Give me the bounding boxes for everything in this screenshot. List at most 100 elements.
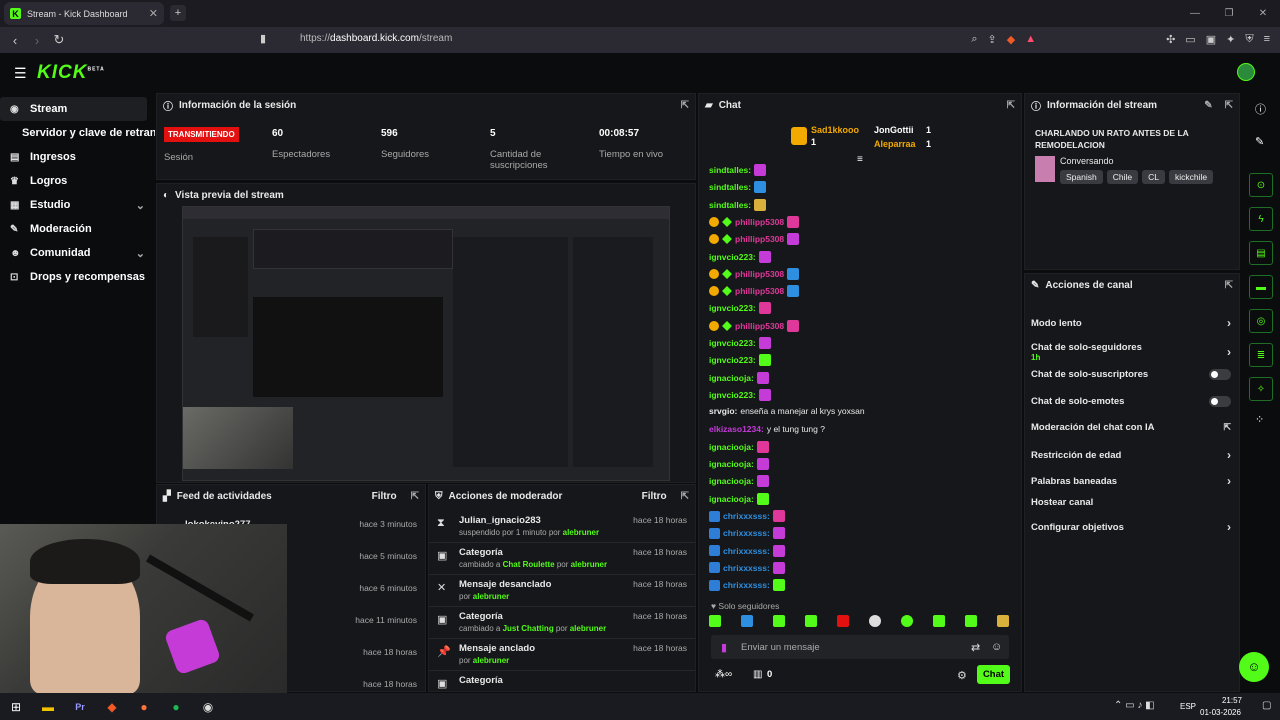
reload-icon[interactable]: ↻ bbox=[48, 32, 70, 48]
browser-tab[interactable]: K Stream - Kick Dashboard ✕ bbox=[4, 2, 164, 25]
help-chat-button[interactable]: ☺ bbox=[1239, 652, 1269, 682]
chat-message[interactable]: ignvcio223: bbox=[709, 388, 771, 401]
obs-icon[interactable]: ◉ bbox=[192, 700, 224, 714]
language-indicator[interactable]: ESP bbox=[1180, 702, 1196, 711]
windows-start-icon[interactable]: ⊞ bbox=[0, 700, 32, 714]
emoji-icon[interactable]: ☺ bbox=[991, 641, 1002, 653]
toggle-switch[interactable] bbox=[1209, 396, 1231, 407]
chat-message[interactable]: ignaciooja: bbox=[709, 371, 769, 384]
chat-message[interactable]: phillipp5308 bbox=[709, 233, 800, 246]
tag[interactable]: kickchile bbox=[1168, 170, 1214, 184]
info-icon[interactable]: ⓘ bbox=[1255, 101, 1266, 117]
chat-input[interactable]: ▮ Enviar un mensaje ⇄ ☺ bbox=[711, 635, 1009, 659]
more-icon[interactable]: ⁘ bbox=[1255, 413, 1264, 426]
chat-message[interactable]: sindtalles: bbox=[709, 181, 767, 194]
edit-icon[interactable]: ✎ bbox=[1204, 100, 1212, 111]
minimize-icon[interactable]: — bbox=[1178, 0, 1212, 27]
lightning-icon[interactable]: ϟ bbox=[1249, 207, 1273, 231]
brave-icon[interactable]: ◆ bbox=[96, 700, 128, 714]
chat-message[interactable]: phillipp5308 bbox=[709, 215, 800, 228]
close-window-icon[interactable]: ✕ bbox=[1246, 0, 1280, 27]
chat-message[interactable]: ignvcio223: bbox=[709, 354, 771, 367]
emote-icon[interactable] bbox=[965, 615, 977, 627]
sidebar-item-stream[interactable]: ◉ Stream bbox=[0, 97, 147, 121]
wallet-icon[interactable]: ▣ bbox=[1206, 33, 1216, 46]
emote-icon[interactable] bbox=[773, 615, 785, 627]
sidebar-item-drops[interactable]: ⊡ Drops y recompensas bbox=[0, 265, 155, 289]
zoom-icon[interactable]: ⌕ bbox=[971, 33, 977, 46]
channel-action-row[interactable]: Chat de solo-suscriptores bbox=[1031, 369, 1231, 380]
chat-bubble-icon[interactable]: ▬ bbox=[1249, 275, 1273, 299]
popout-icon[interactable]: ⇱ bbox=[681, 100, 689, 111]
firefox-icon[interactable]: ● bbox=[128, 700, 160, 714]
emote-icon[interactable] bbox=[837, 615, 849, 627]
chat-message[interactable]: elkizaso1234: y el tung tung ? bbox=[709, 424, 825, 434]
popout-icon[interactable]: ⇱ bbox=[1225, 280, 1233, 291]
channel-action-row[interactable]: Palabras baneadas › bbox=[1031, 474, 1231, 488]
gift-icon[interactable]: ▥ bbox=[753, 669, 762, 680]
chat-message[interactable]: phillipp5308 bbox=[709, 285, 800, 298]
feed-filter-button[interactable]: Filtro bbox=[372, 491, 397, 502]
channel-action-row[interactable]: Restricción de edad › bbox=[1031, 448, 1231, 462]
tray-icons[interactable]: ⌃ ▭ ♪ ◧ bbox=[1114, 700, 1155, 711]
share-icon[interactable]: ⇪ bbox=[988, 33, 997, 46]
chat-message[interactable]: ignvcio223: bbox=[709, 302, 771, 315]
edit-icon[interactable]: ✎ bbox=[1255, 135, 1264, 148]
camera-icon[interactable]: ⊙ bbox=[1249, 173, 1273, 197]
channel-action-row[interactable]: Chat de solo-emotes bbox=[1031, 396, 1231, 407]
clock-date[interactable]: 01-03-2026 bbox=[1200, 708, 1241, 717]
chat-message[interactable]: chrixxxsss: bbox=[709, 561, 785, 574]
chat-message[interactable]: ignaciooja: bbox=[709, 458, 769, 471]
chat-message[interactable]: ignvcio223: bbox=[709, 250, 771, 263]
clock-time[interactable]: 21:57 bbox=[1212, 696, 1242, 705]
extensions-icon[interactable]: ✣ bbox=[1166, 33, 1175, 46]
kick-logo[interactable]: KICKBETA bbox=[37, 62, 105, 84]
stream-preview-video[interactable] bbox=[182, 206, 670, 481]
chat-message[interactable]: chrixxxsss: bbox=[709, 544, 785, 557]
sidebar-toggle-icon[interactable]: ▭ bbox=[1185, 33, 1195, 46]
popout-icon[interactable]: ⇱ bbox=[1225, 100, 1233, 111]
chat-message[interactable]: chrixxxsss: bbox=[709, 579, 785, 592]
chat-message[interactable]: ignaciooja: bbox=[709, 440, 769, 453]
sidebar-item-community[interactable]: ☻ Comunidad ⌄ bbox=[0, 241, 155, 265]
mic-icon[interactable]: ▮ bbox=[721, 641, 727, 654]
emote-icon[interactable] bbox=[741, 615, 753, 627]
notifications-icon[interactable]: ▢ bbox=[1262, 700, 1271, 711]
popout-icon[interactable]: ⇱ bbox=[411, 491, 419, 502]
tag[interactable]: Chile bbox=[1106, 170, 1139, 184]
sidebar-item-achievements[interactable]: ♛ Logros bbox=[0, 169, 155, 193]
brave-shield-icon[interactable]: ◆ bbox=[1007, 33, 1015, 46]
tag[interactable]: Spanish bbox=[1060, 170, 1103, 184]
chat-message[interactable]: ignvcio223: bbox=[709, 337, 771, 349]
chat-message[interactable]: chrixxxsss: bbox=[709, 527, 785, 540]
toggle-switch[interactable] bbox=[1209, 369, 1231, 380]
broadcast-icon[interactable]: ◎ bbox=[1249, 309, 1273, 333]
back-icon[interactable]: ‹ bbox=[4, 33, 26, 48]
emote-icon[interactable] bbox=[997, 615, 1009, 627]
channel-action-row[interactable]: Moderación del chat con IA ⇱ bbox=[1031, 422, 1231, 433]
tools-icon[interactable]: ✧ bbox=[1249, 377, 1273, 401]
chat-message[interactable]: srvgio: enseña a manejar al krys yoxsan bbox=[709, 406, 865, 416]
leo-icon[interactable]: ✦ bbox=[1226, 33, 1235, 46]
chat-message[interactable]: sindtalles: bbox=[709, 198, 767, 211]
forward-icon[interactable]: › bbox=[26, 33, 48, 48]
spotify-icon[interactable]: ● bbox=[160, 700, 192, 714]
chat-message[interactable]: ignaciooja: bbox=[709, 492, 769, 505]
hamburger-menu-icon[interactable]: ☰ bbox=[14, 65, 27, 82]
clip-icon[interactable]: ▤ bbox=[1249, 241, 1273, 265]
mod-filter-button[interactable]: Filtro bbox=[642, 491, 667, 502]
tab-close-icon[interactable]: ✕ bbox=[149, 7, 158, 20]
popout-icon[interactable]: ⇱ bbox=[1007, 100, 1015, 111]
brave-rewards-icon[interactable]: ▲ bbox=[1025, 33, 1036, 46]
chat-message[interactable]: phillipp5308 bbox=[709, 319, 800, 332]
channel-action-row[interactable]: Chat de solo-seguidores 1h › bbox=[1031, 342, 1231, 362]
emote-icon[interactable] bbox=[869, 615, 881, 627]
file-explorer-icon[interactable]: ▬ bbox=[32, 700, 64, 714]
points-icon[interactable]: ⁂∞ bbox=[715, 669, 732, 680]
sidebar-item-moderation[interactable]: ✎ Moderación bbox=[0, 217, 155, 241]
channel-action-row[interactable]: Configurar objetivos › bbox=[1031, 520, 1231, 534]
menu-icon[interactable]: ≡ bbox=[1264, 33, 1270, 46]
bookmark-icon[interactable]: ▮ bbox=[260, 32, 266, 45]
emote-icon[interactable] bbox=[709, 615, 721, 627]
chat-message[interactable]: ignaciooja: bbox=[709, 475, 769, 488]
